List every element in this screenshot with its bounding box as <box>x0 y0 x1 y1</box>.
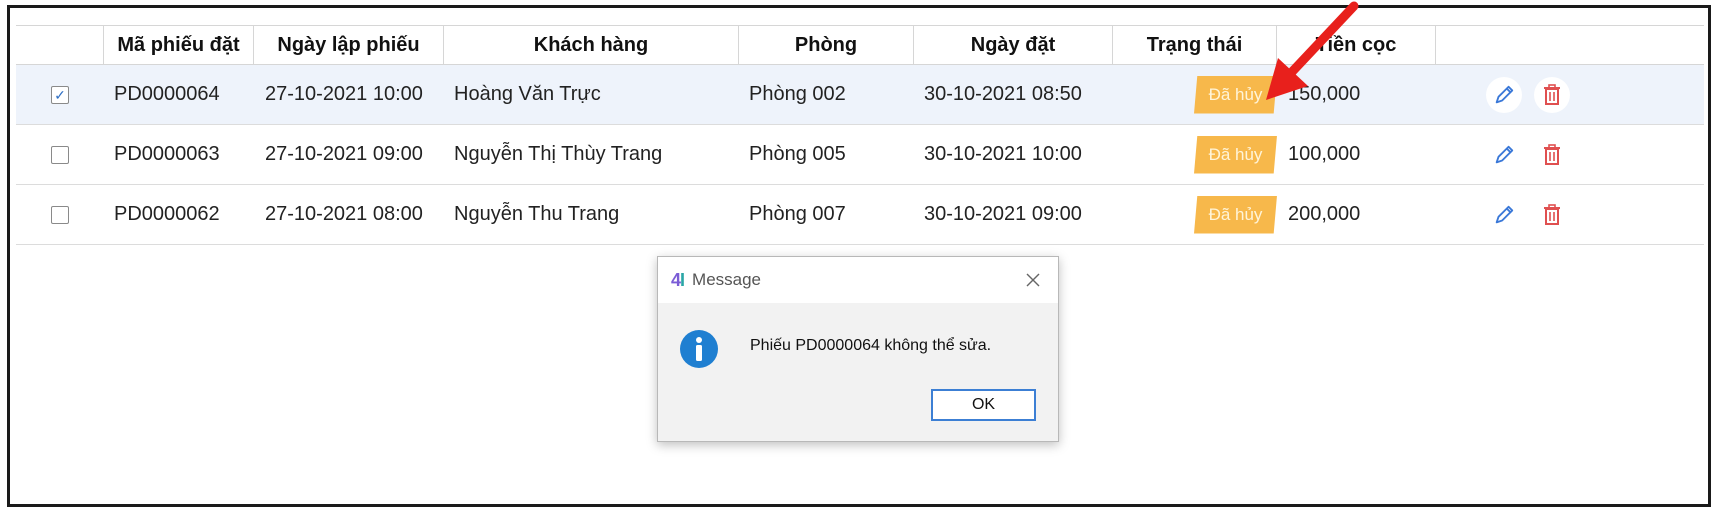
cell-actions <box>1436 125 1704 184</box>
edit-button[interactable] <box>1486 197 1522 233</box>
cell-actions <box>1436 185 1704 244</box>
dialog-title: Message <box>692 270 762 289</box>
cell-customer: Hoàng Văn Trực <box>454 83 601 105</box>
dialog-titlebar[interactable]: 4I Message <box>658 257 1058 303</box>
cell-code: PD0000064 <box>114 83 220 105</box>
trash-icon <box>1544 84 1560 105</box>
logo-part-b: I <box>680 269 685 290</box>
cell-room: Phòng 005 <box>749 143 846 165</box>
cell-deposit: 100,000 <box>1288 143 1361 165</box>
row-checkbox[interactable]: ✓ <box>51 85 69 104</box>
header-customer[interactable]: Khách hàng <box>444 26 739 64</box>
header-booking-date[interactable]: Ngày đặt <box>914 26 1113 64</box>
cell-room: Phòng 002 <box>749 83 846 105</box>
cell-customer: Nguyễn Thị Thùy Trang <box>454 143 663 165</box>
delete-button[interactable] <box>1534 77 1570 113</box>
close-icon <box>1026 273 1040 287</box>
dialog-body: Phiếu PD0000064 không thể sửa. OK <box>658 303 1058 443</box>
trash-icon <box>1544 144 1560 165</box>
cell-actions <box>1436 65 1704 124</box>
cell-deposit: 200,000 <box>1288 203 1361 225</box>
pencil-icon <box>1495 145 1514 164</box>
delete-button[interactable] <box>1534 197 1570 233</box>
cell-created: 27-10-2021 09:00 <box>265 143 423 165</box>
delete-button[interactable] <box>1534 137 1570 173</box>
cell-created: 27-10-2021 08:00 <box>265 203 423 225</box>
status-badge: Đã hủy <box>1194 75 1277 114</box>
header-room[interactable]: Phòng <box>739 26 914 64</box>
table-row[interactable]: PD0000063 27-10-2021 09:00 Nguyễn Thị Th… <box>16 125 1704 185</box>
cell-code: PD0000063 <box>114 143 220 165</box>
cell-deposit: 150,000 <box>1288 83 1361 105</box>
table-header: Mã phiếu đặt Ngày lập phiếu Khách hàng P… <box>16 26 1704 65</box>
app-logo: 4I <box>671 269 685 291</box>
header-actions <box>1436 26 1704 64</box>
row-checkbox[interactable] <box>51 145 69 164</box>
trash-icon <box>1544 204 1560 225</box>
table-row[interactable]: PD0000062 27-10-2021 08:00 Nguyễn Thu Tr… <box>16 185 1704 245</box>
cell-created: 27-10-2021 10:00 <box>265 83 423 105</box>
edit-button[interactable] <box>1486 77 1522 113</box>
row-checkbox-cell: ✓ <box>16 65 104 124</box>
cell-code: PD0000062 <box>114 203 220 225</box>
edit-button[interactable] <box>1486 137 1522 173</box>
table-row[interactable]: ✓ PD0000064 27-10-2021 10:00 Hoàng Văn T… <box>16 65 1704 125</box>
dialog-message: Phiếu PD0000064 không thể sửa. <box>750 337 992 354</box>
cell-status: Đã hủy <box>1113 65 1277 124</box>
message-dialog: 4I Message Phiếu PD0000064 không thể sửa… <box>657 256 1059 442</box>
cell-status: Đã hủy <box>1113 125 1277 184</box>
cell-booking-date: 30-10-2021 08:50 <box>924 83 1082 105</box>
cell-status: Đã hủy <box>1113 185 1277 244</box>
header-select <box>16 26 104 64</box>
row-checkbox-cell <box>16 185 104 244</box>
ok-button[interactable]: OK <box>931 389 1036 421</box>
cell-booking-date: 30-10-2021 09:00 <box>924 203 1082 225</box>
header-status[interactable]: Trạng thái <box>1113 26 1277 64</box>
header-created[interactable]: Ngày lập phiếu <box>254 26 444 64</box>
cell-room: Phòng 007 <box>749 203 846 225</box>
cell-booking-date: 30-10-2021 10:00 <box>924 143 1082 165</box>
status-badge: Đã hủy <box>1194 195 1277 234</box>
cell-customer: Nguyễn Thu Trang <box>454 203 620 225</box>
header-deposit[interactable]: Tiền cọc <box>1277 26 1436 64</box>
pencil-icon <box>1495 85 1514 104</box>
row-checkbox-cell <box>16 125 104 184</box>
booking-table: Mã phiếu đặt Ngày lập phiếu Khách hàng P… <box>16 25 1704 245</box>
close-button[interactable] <box>1020 267 1046 293</box>
header-code[interactable]: Mã phiếu đặt <box>104 26 254 64</box>
row-checkbox[interactable] <box>51 205 69 224</box>
status-badge: Đã hủy <box>1194 135 1277 174</box>
info-icon <box>680 330 718 368</box>
pencil-icon <box>1495 205 1514 224</box>
logo-part-a: 4 <box>671 269 681 290</box>
